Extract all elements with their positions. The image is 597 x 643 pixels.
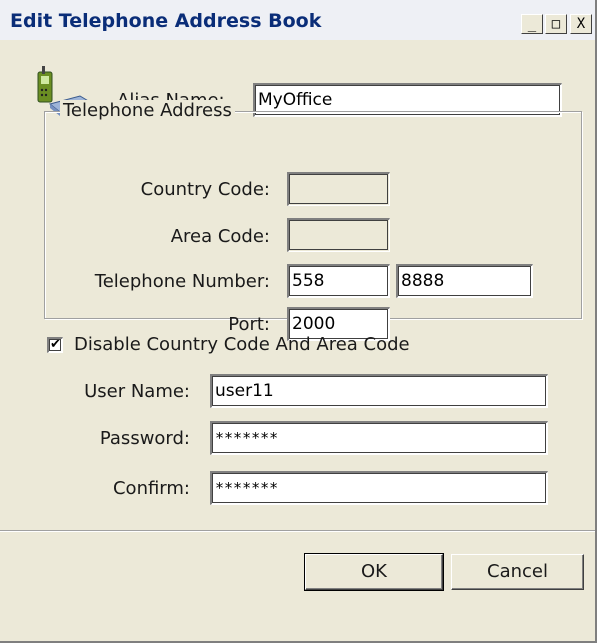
ok-button[interactable]: OK — [304, 553, 444, 591]
disable-codes-checkbox[interactable]: ✔ — [47, 337, 63, 353]
telephone-number-part2-input[interactable]: 8888 — [396, 264, 533, 298]
country-code-label: Country Code: — [140, 179, 270, 200]
area-code-label: Area Code: — [170, 226, 270, 247]
password-input[interactable]: ******* — [210, 421, 548, 455]
telephone-address-legend: Telephone Address — [60, 100, 235, 121]
close-button[interactable]: X — [570, 14, 592, 34]
maximize-button[interactable]: □ — [545, 14, 567, 34]
minimize-button[interactable]: _ — [521, 14, 543, 34]
disable-codes-label[interactable]: Disable Country Code And Area Code — [74, 334, 410, 355]
edit-telephone-dialog: Edit Telephone Address Book _ □ X Alias … — [0, 0, 597, 643]
window-title: Edit Telephone Address Book — [10, 10, 322, 32]
telephone-number-part1-input[interactable]: 558 — [287, 264, 390, 298]
confirm-label: Confirm: — [112, 478, 190, 499]
port-label: Port: — [228, 314, 270, 335]
telephone-number-label: Telephone Number: — [94, 271, 270, 292]
user-name-input[interactable]: user11 — [210, 374, 548, 408]
country-code-input[interactable] — [287, 172, 390, 206]
title-bar[interactable]: Edit Telephone Address Book _ □ X — [0, 0, 595, 40]
separator-line — [0, 530, 595, 532]
confirm-input[interactable]: ******* — [210, 471, 548, 505]
password-label: Password: — [99, 428, 190, 449]
cancel-button[interactable]: Cancel — [451, 554, 584, 590]
user-name-label: User Name: — [84, 381, 190, 402]
area-code-input[interactable] — [287, 218, 390, 252]
